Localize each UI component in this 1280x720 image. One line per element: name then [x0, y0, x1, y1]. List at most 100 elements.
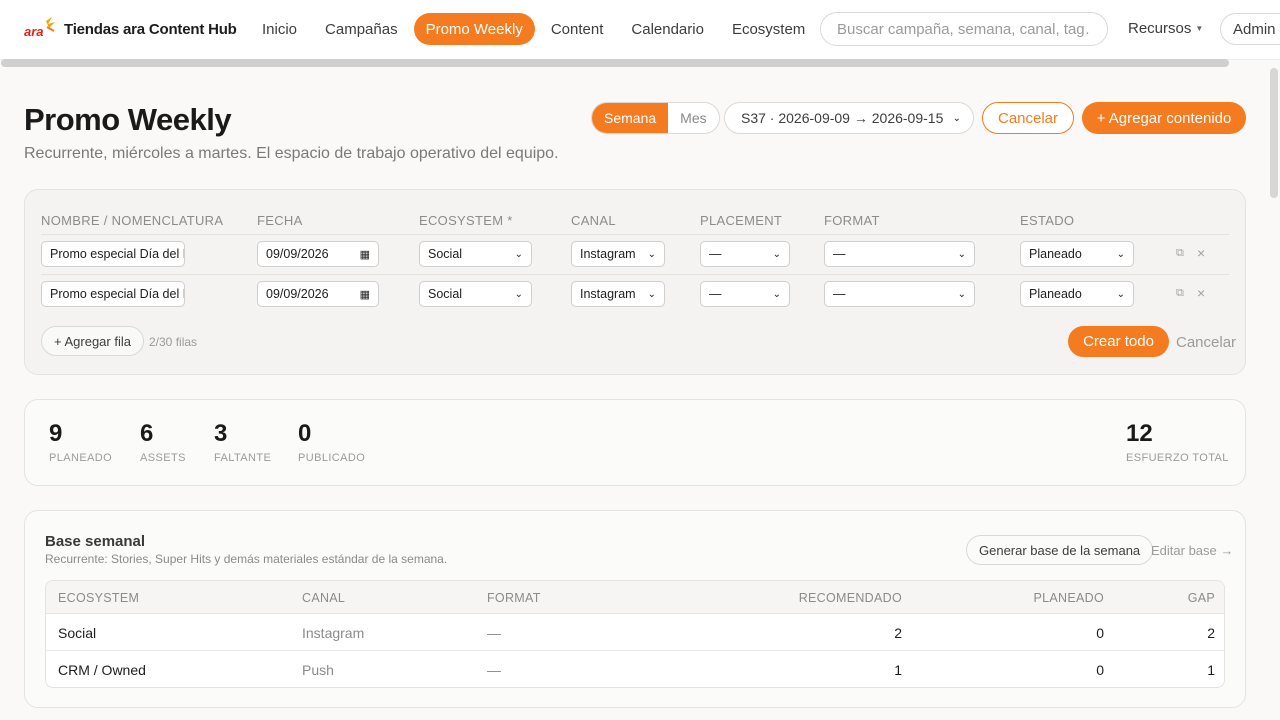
column-header-channel: CANAL — [571, 213, 616, 228]
stat-value: 12 — [1126, 420, 1153, 447]
search-input[interactable] — [820, 12, 1108, 46]
duplicate-icon[interactable]: ⧉ — [1176, 247, 1184, 260]
vertical-scrollbar-thumb[interactable] — [1270, 68, 1278, 198]
placement-select-value: — — [709, 287, 722, 301]
chevron-down-icon: ⌄ — [1116, 248, 1125, 260]
weekly-base-title: Base semanal — [45, 533, 146, 550]
calendar-icon[interactable]: ▦ — [360, 248, 370, 261]
nav-item-campanas[interactable]: Campañas — [313, 13, 410, 45]
date-input[interactable]: 09/09/2026 ▦ — [257, 281, 379, 307]
page-subtitle: Recurrente, miércoles a martes. El espac… — [24, 145, 559, 162]
chevron-down-icon: ⌄ — [957, 248, 966, 260]
week-select-value: S37 · 2026-09-09 → 2026-09-15 — [741, 110, 944, 126]
cell-planned: 0 — [1096, 625, 1104, 641]
add-content-button[interactable]: + Agregar contenido — [1082, 102, 1246, 134]
weekly-base-card: Base semanal Recurrente: Stories, Super … — [24, 510, 1246, 708]
cell-recommended: 1 — [894, 662, 902, 678]
cell-channel: Instagram — [302, 625, 365, 641]
chevron-down-icon: ⌄ — [647, 248, 656, 260]
ecosystem-select[interactable]: Social ⌄ — [419, 281, 532, 307]
nav-item-calendario[interactable]: Calendario — [619, 13, 716, 45]
nav-item-ecosystem[interactable]: Ecosystem — [720, 13, 817, 45]
calendar-icon[interactable]: ▦ — [360, 288, 370, 301]
view-toggle: Semana Mes — [591, 102, 720, 134]
name-input-value: Promo especial Día del F — [50, 247, 185, 261]
stat-label: PUBLICADO — [298, 452, 366, 464]
nav-item-content[interactable]: Content — [539, 13, 616, 45]
nav-item-promo-weekly[interactable]: Promo Weekly — [413, 13, 535, 45]
table-row: Social Instagram — 2 0 2 — [46, 614, 1224, 651]
th-planned: PLANEADO — [1033, 591, 1104, 605]
th-recommended: RECOMENDADO — [798, 591, 902, 605]
channel-select[interactable]: Instagram ⌄ — [571, 241, 665, 267]
cancel-button[interactable]: Cancelar — [982, 102, 1074, 134]
cell-gap: 2 — [1207, 625, 1215, 641]
stat-missing: 3 FALTANTE — [214, 420, 271, 464]
row-divider — [41, 274, 1229, 275]
brand[interactable]: ara Tiendas ara Content Hub — [24, 17, 237, 41]
close-icon[interactable]: × — [1197, 285, 1205, 301]
stat-assets: 6 ASSETS — [140, 420, 186, 464]
resources-menu[interactable]: Recursos ▼ — [1128, 20, 1203, 37]
format-select-value: — — [833, 247, 846, 261]
format-select[interactable]: — ⌄ — [824, 241, 975, 267]
placement-select[interactable]: — ⌄ — [700, 281, 790, 307]
th-channel: CANAL — [302, 591, 346, 605]
chevron-down-icon: ⌄ — [772, 288, 781, 300]
date-input-value: 09/09/2026 — [266, 247, 329, 261]
rows-count: 2/30 filas — [149, 335, 198, 349]
channel-select[interactable]: Instagram ⌄ — [571, 281, 665, 307]
status-select[interactable]: Planeado ⌄ — [1020, 281, 1134, 307]
horizontal-scrollbar-thumb[interactable] — [1, 59, 1229, 67]
chevron-down-icon: ⌄ — [952, 112, 961, 124]
name-input[interactable]: Promo especial Día del F — [41, 281, 185, 307]
row-divider — [41, 234, 1229, 235]
status-select-value: Planeado — [1029, 247, 1082, 261]
cell-planned: 0 — [1096, 662, 1104, 678]
close-icon[interactable]: × — [1197, 245, 1205, 261]
week-select[interactable]: S37 · 2026-09-09 → 2026-09-15 ⌄ — [724, 102, 974, 134]
chevron-down-icon: ⌄ — [647, 288, 656, 300]
edit-base-link[interactable]: Editar base → — [1151, 543, 1233, 558]
stat-label: FALTANTE — [214, 452, 272, 464]
date-input-value: 09/09/2026 — [266, 287, 329, 301]
stat-planned: 9 PLANEADO — [49, 420, 112, 464]
stat-published: 0 PUBLICADO — [298, 420, 365, 464]
create-all-button[interactable]: Crear todo — [1068, 326, 1169, 357]
chevron-down-icon: ⌄ — [772, 248, 781, 260]
ecosystem-select-value: Social — [428, 287, 463, 301]
channel-select-value: Instagram — [580, 247, 636, 261]
placement-select[interactable]: — ⌄ — [700, 241, 790, 267]
date-input[interactable]: 09/09/2026 ▦ — [257, 241, 379, 267]
view-toggle-month[interactable]: Mes — [668, 103, 718, 133]
column-header-ecosystem: ECOSYSTEM * — [419, 213, 513, 228]
chevron-down-icon: ⌄ — [1116, 288, 1125, 300]
column-header-placement: PLACEMENT — [700, 213, 783, 228]
generate-base-button[interactable]: Generar base de la semana — [966, 535, 1154, 565]
admin-button[interactable]: Admin — [1220, 13, 1280, 45]
stat-label: PLANEADO — [49, 452, 113, 464]
nav-item-inicio[interactable]: Inicio — [250, 13, 309, 45]
view-toggle-week[interactable]: Semana — [592, 103, 669, 133]
column-header-name: NOMBRE / NOMENCLATURA — [41, 213, 224, 228]
chevron-down-icon: ⌄ — [957, 288, 966, 300]
horizontal-scrollbar[interactable] — [0, 57, 1280, 69]
form-cancel-link[interactable]: Cancelar — [1176, 334, 1236, 351]
add-row-button[interactable]: + Agregar fila — [41, 326, 144, 356]
status-select[interactable]: Planeado ⌄ — [1020, 241, 1134, 267]
column-header-status: ESTADO — [1020, 213, 1075, 228]
stat-label: ASSETS — [140, 452, 186, 464]
format-select-value: — — [833, 287, 846, 301]
name-input[interactable]: Promo especial Día del F — [41, 241, 185, 267]
top-navbar: ara Tiendas ara Content Hub Inicio Campa… — [0, 0, 1280, 60]
table-header: ECOSYSTEM CANAL FORMAT RECOMENDADO PLANE… — [46, 581, 1224, 614]
ecosystem-select[interactable]: Social ⌄ — [419, 241, 532, 267]
stats-summary: 9 PLANEADO 6 ASSETS 3 FALTANTE 0 PUBLICA… — [24, 399, 1246, 486]
format-select[interactable]: — ⌄ — [824, 281, 975, 307]
weekly-base-subtitle: Recurrente: Stories, Super Hits y demás … — [45, 552, 448, 566]
channel-select-value: Instagram — [580, 287, 636, 301]
stat-total-effort: 12 ESFUERZO TOTAL — [1126, 420, 1229, 464]
cell-gap: 1 — [1207, 662, 1215, 678]
cell-ecosystem: Social — [58, 625, 97, 641]
duplicate-icon[interactable]: ⧉ — [1176, 287, 1184, 300]
